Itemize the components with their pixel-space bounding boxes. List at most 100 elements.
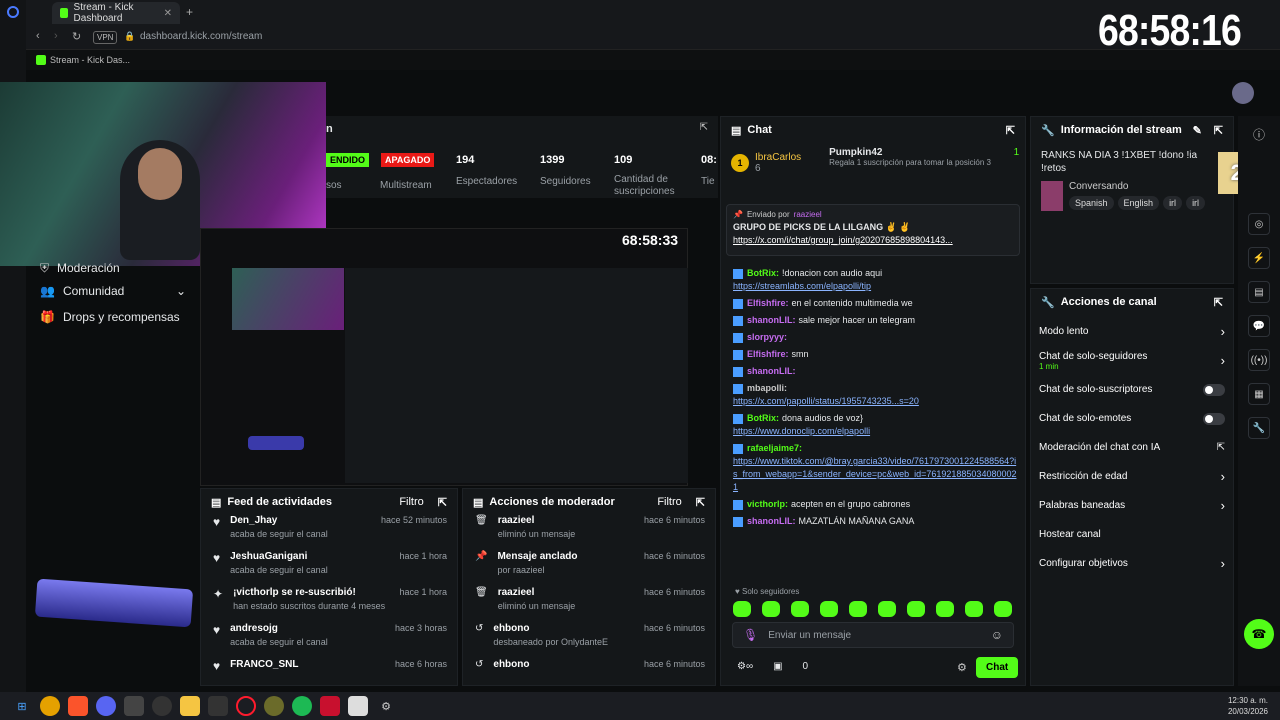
expand-icon[interactable]: ⇱ [700,122,708,133]
clipboard-icon[interactable]: ▤ [1248,281,1270,303]
pinned-message[interactable]: 📌 Enviado por raazieel GRUPO DE PICKS DE… [726,204,1020,256]
folder-icon[interactable] [180,696,200,716]
category-label[interactable]: Conversando [1069,181,1205,192]
emoji-icon[interactable]: ☺ [991,628,1003,642]
tag-chip[interactable]: Spanish [1069,196,1114,210]
mod-row[interactable]: 🗑 raazieel eliminó un mensaje hace 6 minuto… [463,515,715,551]
emote-icon[interactable] [791,601,809,617]
app-icon[interactable] [348,696,368,716]
chat-message[interactable]: BotRix: !donacion con audio aqui https://s… [721,265,1025,295]
emote-icon[interactable] [994,601,1012,617]
feed-row[interactable]: ♥ Den_Jhay acaba de seguir el canal hace 52… [201,515,457,551]
points-display[interactable]: ⚙∞ ▣ 0 [737,661,808,672]
store-icon[interactable] [124,696,144,716]
filter-button[interactable]: Filtro [657,496,681,509]
pinned-link[interactable]: https://x.com/i/chat/group_join/g2020768… [727,233,1019,247]
chat-message[interactable]: shanonLIL: sale mejor hacer un telegram [721,312,1025,329]
chat-username[interactable]: slorpyyy: [747,332,787,342]
mod-row[interactable]: ↺ ehbono desbaneado por OnlydanteE hace 6 m… [463,623,715,659]
chat-username[interactable]: victhorlp: [747,499,788,509]
nav-item-drops[interactable]: 🎁 Drops y recompensas [26,304,200,330]
browser-tab[interactable]: Stream - Kick Dashboard ✕ [52,2,180,24]
chat-bubble-icon[interactable]: 💬 [1248,315,1270,337]
chat-input[interactable]: 🎙 Enviar un mensaje ☺ [732,622,1014,648]
feed-row[interactable]: ♥ andresojg acaba de seguir el canal hace 3… [201,623,457,659]
popout-icon[interactable]: ⇱ [1214,296,1223,309]
tag-chip[interactable]: irl [1186,196,1206,210]
lightning-icon[interactable]: ⚡ [1248,247,1270,269]
stream-on-badge[interactable]: ENDIDO [326,153,370,167]
layout-icon[interactable]: ▦ [1248,383,1270,405]
opera-logo-icon[interactable] [7,6,19,18]
send-chat-button[interactable]: Chat [976,657,1019,678]
close-icon[interactable]: ✕ [164,8,172,19]
feed-row[interactable]: ♥ JeshuaGanigani acaba de seguir el canal h… [201,551,457,587]
chat-username[interactable]: Elfishfire: [747,298,789,308]
app-icon[interactable] [320,696,340,716]
wrench-icon[interactable]: 🔧 [1248,417,1270,439]
nav-item-moderation[interactable]: ⛨ Moderación [26,258,200,278]
opera-icon[interactable] [236,696,256,716]
tag-chip[interactable]: irl [1163,196,1183,210]
discord-icon[interactable] [96,696,116,716]
chat-username[interactable]: shanonLIL: [747,366,796,376]
tag-chip[interactable]: English [1117,196,1160,210]
toggle-switch[interactable] [1203,412,1225,425]
settings-icon[interactable]: ⚙ [957,661,967,674]
chat-username[interactable]: Elfishfire: [747,349,789,359]
chat-link[interactable]: https://www.donoclip.com/elpapolli [733,425,1019,438]
app-icon[interactable] [40,696,60,716]
chat-message[interactable]: Elfishfire: smn [721,346,1025,363]
chat-message[interactable]: mbapolli: https://x.com/papolli/status/19… [721,380,1025,410]
chat-message[interactable]: victhorlp: acepten en el grupo cabrones [721,496,1025,513]
brave-icon[interactable] [68,696,88,716]
avatar[interactable] [1232,82,1254,104]
edit-icon[interactable]: ✎ [1193,124,1202,137]
app-icon[interactable] [152,696,172,716]
chat-username[interactable]: rafaeljaime7: [747,443,802,453]
chat-link[interactable]: https://streamlabs.com/elpapolli/tip [733,280,1019,293]
forward-icon[interactable]: › [54,30,58,42]
leaderboard-second[interactable]: Pumpkin42 1 Regala 1 suscripción para tom… [829,147,1019,179]
feed-row[interactable]: ✦ ¡victhorlp se re-suscribió! han estado s… [201,587,457,623]
mod-row[interactable]: 📌 Mensaje anclado por raazieel hace 6 minut… [463,551,715,587]
channel-action-row[interactable]: Hostear canal [1031,520,1233,549]
chat-message[interactable]: shanonLIL: MAZATLÁN MAÑANA GANA [721,513,1025,530]
nav-item-community[interactable]: 👥 Comunidad ⌄ [26,278,200,304]
chat-username[interactable]: mbapolli: [747,383,787,393]
channel-action-row[interactable]: Chat de solo-seguidores 1 min › [1031,346,1233,375]
channel-action-row[interactable]: Modo lento › [1031,317,1233,346]
mod-row[interactable]: 🗑 raazieel eliminó un mensaje hace 6 minuto… [463,587,715,623]
chat-message[interactable]: BotRix: dona audios de voz} https://www.do… [721,410,1025,440]
channel-action-row[interactable]: Chat de solo-suscriptores [1031,375,1233,404]
popout-icon[interactable]: ⇱ [1214,124,1223,137]
chat-link[interactable]: https://x.com/papolli/status/1955743235.… [733,395,1019,408]
popout-icon[interactable]: ⇱ [438,496,447,509]
chat-link[interactable]: https://www.tiktok.com/@bray.garcia33/vi… [733,455,1019,494]
emote-icon[interactable] [820,601,838,617]
popout-icon[interactable]: ⇱ [696,496,705,509]
chat-message[interactable]: rafaeljaime7: https://www.tiktok.com/@bra… [721,440,1025,496]
feed-row[interactable]: ♥ FRANCO_SNL hace 6 horas [201,659,457,695]
reload-icon[interactable]: ↻ [72,30,81,43]
windows-start-icon[interactable]: ⊞ [12,696,32,716]
emote-icon[interactable] [733,601,751,617]
gamepad-icon[interactable] [208,696,228,716]
emote-icon[interactable] [907,601,925,617]
emote-icon[interactable] [936,601,954,617]
url-field[interactable]: dashboard.kick.com/stream [140,31,262,42]
new-tab-icon[interactable]: + [186,5,193,19]
chat-username[interactable]: shanonLIL: [747,516,796,526]
broadcast-icon[interactable]: ((•)) [1248,349,1270,371]
chat-message[interactable]: slorpyyy: [721,329,1025,346]
popout-icon[interactable]: ⇱ [1006,124,1015,137]
channel-action-row[interactable]: Configurar objetivos › [1031,549,1233,578]
toggle-switch[interactable] [1203,383,1225,396]
chat-username[interactable]: BotRix: [747,413,779,423]
camera-icon[interactable]: ◎ [1248,213,1270,235]
support-icon[interactable]: ☎ [1244,619,1274,649]
mod-row[interactable]: ↺ ehbono hace 6 minutos [463,659,715,695]
emote-icon[interactable] [849,601,867,617]
emote-icon[interactable] [762,601,780,617]
emote-icon[interactable] [965,601,983,617]
